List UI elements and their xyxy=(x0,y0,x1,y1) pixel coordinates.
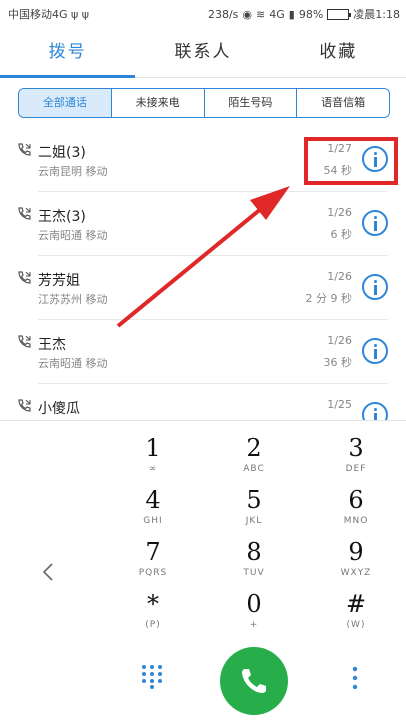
info-icon[interactable] xyxy=(362,274,388,300)
filter-missed-calls[interactable]: 未接来电 xyxy=(110,89,204,117)
filter-all-calls[interactable]: 全部通话 xyxy=(19,89,111,117)
dial-key-1[interactable]: 1 ∞ xyxy=(113,433,193,475)
caller-name: 王杰(3) xyxy=(38,209,86,225)
key-digit: 2 xyxy=(246,434,262,462)
call-date: 1/25 xyxy=(327,398,352,411)
dial-key-star[interactable]: * (P) xyxy=(113,589,193,631)
key-digit: 3 xyxy=(348,434,364,462)
clock: 凌晨1:18 xyxy=(353,8,400,21)
network-speed: 238/s xyxy=(207,7,239,21)
key-digit: 1 xyxy=(145,434,161,462)
dial-key-8[interactable]: 8 TUV xyxy=(214,537,294,579)
dialpad: 1 ∞ 2 ABC 3 DEF 4 GHI 5 JKL 6 MNO 7 PQRS… xyxy=(0,420,406,722)
signal-icon: ▮ xyxy=(288,7,295,21)
caller-location: 云南昭通 移动 xyxy=(38,229,108,242)
status-right: 238/s ◉ ≋ 4G ▮ 98% 凌晨1:18 xyxy=(208,6,400,22)
filter-unknown-numbers[interactable]: 陌生号码 xyxy=(203,89,297,117)
key-letters: (P) xyxy=(145,620,161,630)
call-log-item[interactable]: 王杰(3) 云南昭通 移动 1/26 6 秒 xyxy=(0,192,406,256)
key-digit: # xyxy=(345,590,367,618)
caller-name: 王杰 xyxy=(38,337,66,353)
incoming-call-icon xyxy=(18,143,31,156)
dial-key-3[interactable]: 3 DEF xyxy=(316,433,396,475)
key-letters: TUV xyxy=(243,568,265,578)
key-digit: 9 xyxy=(348,538,364,566)
chevron-left-icon[interactable] xyxy=(40,561,56,583)
incoming-call-icon xyxy=(18,207,31,220)
incoming-call-icon xyxy=(18,399,31,412)
dial-key-0[interactable]: 0 + xyxy=(214,589,294,631)
call-log-item[interactable]: 王杰 云南昭通 移动 1/26 36 秒 xyxy=(0,320,406,384)
dial-key-2[interactable]: 2 ABC xyxy=(214,433,294,475)
key-letters: MNO xyxy=(343,516,369,526)
key-letters: WXYZ xyxy=(340,568,372,578)
filter-voicemail[interactable]: 语音信箱 xyxy=(296,89,389,117)
battery-text: 98% xyxy=(298,7,324,21)
key-letters: + xyxy=(249,620,259,630)
call-date: 1/26 xyxy=(327,206,352,219)
voicemail-icon: ∞ xyxy=(148,464,158,474)
dial-key-5[interactable]: 5 JKL xyxy=(214,485,294,527)
caller-location: 云南昭通 移动 xyxy=(38,357,108,370)
key-digit: 8 xyxy=(246,538,262,566)
call-duration: 36 秒 xyxy=(323,356,353,369)
eye-icon: ◉ xyxy=(242,7,253,21)
dialpad-grid-icon[interactable] xyxy=(140,663,164,689)
status-bar: 中国移动4G ψ ψ 238/s ◉ ≋ 4G ▮ 98% 凌晨1:18 xyxy=(0,0,406,28)
call-button[interactable] xyxy=(220,647,288,715)
carrier-text: 中国移动4G ψ ψ xyxy=(8,8,90,21)
incoming-call-icon xyxy=(18,335,31,348)
incoming-call-icon xyxy=(18,271,31,284)
caller-name: 小傻瓜 xyxy=(38,401,80,417)
info-icon[interactable] xyxy=(362,338,388,364)
signal-label: 4G xyxy=(269,7,285,21)
call-date: 1/26 xyxy=(327,270,352,283)
battery-icon xyxy=(327,8,352,20)
caller-name: 芳芳姐 xyxy=(38,273,80,289)
wifi-icon: ≋ xyxy=(256,7,266,21)
key-digit: 0 xyxy=(246,590,262,618)
annotation-highlight-box xyxy=(304,137,398,185)
more-vertical-icon[interactable] xyxy=(350,665,360,691)
phone-icon xyxy=(242,669,266,693)
main-tabs: 拨号 联系人 收藏 xyxy=(0,28,406,78)
tab-contacts[interactable]: 联系人 xyxy=(135,28,270,77)
dial-key-4[interactable]: 4 GHI xyxy=(113,485,193,527)
caller-name: 二姐(3) xyxy=(38,145,86,161)
call-log-item[interactable]: 芳芳姐 江苏苏州 移动 1/26 2 分 9 秒 xyxy=(0,256,406,320)
call-date: 1/26 xyxy=(327,334,352,347)
call-log-item[interactable]: 小傻瓜 1/25 xyxy=(0,384,406,420)
dial-key-hash[interactable]: # (W) xyxy=(316,589,396,631)
key-letters: DEF xyxy=(345,464,367,474)
caller-location: 江苏苏州 移动 xyxy=(38,293,108,306)
call-filter-segments: 全部通话 未接来电 陌生号码 语音信箱 xyxy=(18,88,390,118)
tab-favorites[interactable]: 收藏 xyxy=(271,28,406,77)
key-letters: JKL xyxy=(245,516,263,526)
info-icon[interactable] xyxy=(362,210,388,236)
call-duration: 6 秒 xyxy=(330,228,353,241)
call-duration: 2 分 9 秒 xyxy=(305,292,353,305)
dial-key-9[interactable]: 9 WXYZ xyxy=(316,537,396,579)
key-digit: * xyxy=(147,590,159,618)
key-letters: (W) xyxy=(346,620,366,630)
tab-dialer[interactable]: 拨号 xyxy=(0,28,136,78)
key-digit: 5 xyxy=(246,486,262,514)
key-letters: PQRS xyxy=(138,568,168,578)
info-icon[interactable] xyxy=(362,402,388,420)
key-digit: 7 xyxy=(145,538,161,566)
key-letters: GHI xyxy=(143,516,163,526)
key-digit: 6 xyxy=(348,486,364,514)
key-digit: 4 xyxy=(145,486,161,514)
dial-key-7[interactable]: 7 PQRS xyxy=(113,537,193,579)
key-letters: ABC xyxy=(243,464,265,474)
caller-location: 云南昆明 移动 xyxy=(38,165,108,178)
dial-key-6[interactable]: 6 MNO xyxy=(316,485,396,527)
